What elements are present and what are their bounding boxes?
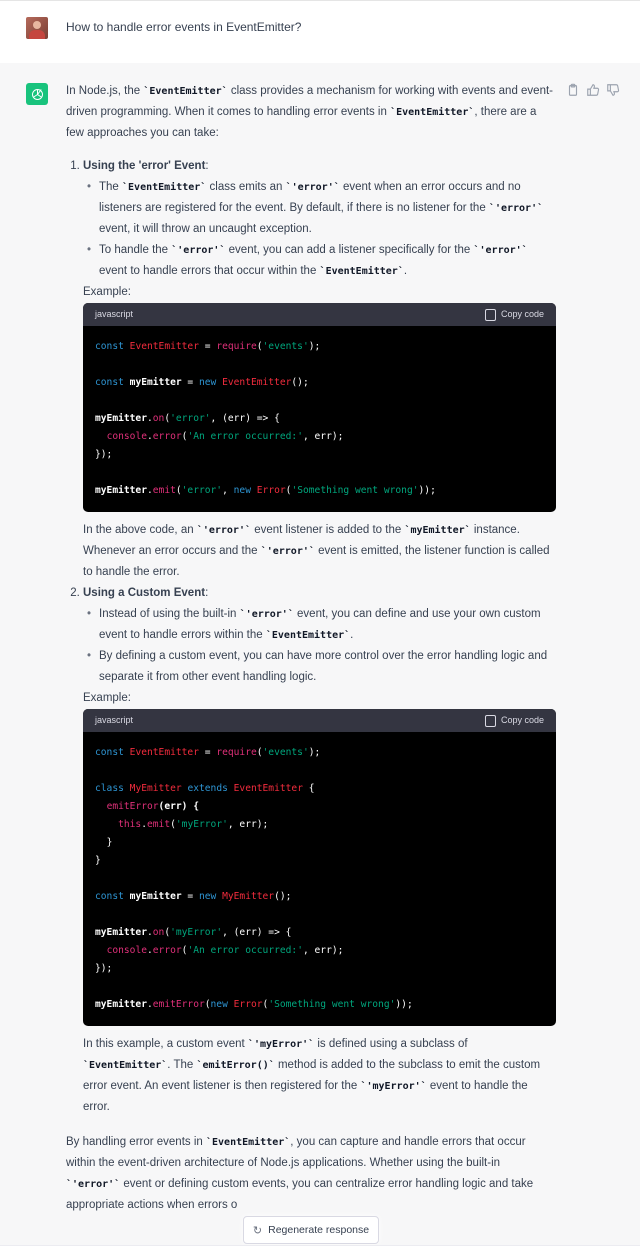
explanation-paragraph: In the above code, an `'error'` event li… — [83, 524, 550, 578]
approach-error-event: Using the 'error' Event: The `EventEmitt… — [83, 156, 556, 583]
assistant-answer: In Node.js, the `EventEmitter` class pro… — [66, 81, 556, 1216]
regenerate-response-button[interactable]: ↻ Regenerate response — [243, 1216, 379, 1244]
outro-paragraph: By handling error events in `EventEmitte… — [66, 1136, 534, 1211]
list-item: By defining a custom event, you can have… — [87, 646, 556, 688]
assistant-message-row: In Node.js, the `EventEmitter` class pro… — [0, 63, 640, 1251]
user-avatar — [26, 17, 48, 39]
message-actions — [566, 83, 620, 97]
approach-custom-event: Using a Custom Event: Instead of using t… — [83, 583, 556, 1118]
code-block-2: javascript Copy code const EventEmitter … — [83, 709, 556, 1026]
approaches-list: Using the 'error' Event: The `EventEmitt… — [66, 156, 556, 1118]
user-question: How to handle error events in EventEmitt… — [66, 20, 302, 34]
code-header: javascript Copy code — [83, 303, 556, 326]
copy-code-button[interactable]: Copy code — [484, 304, 544, 325]
refresh-icon: ↻ — [252, 1224, 263, 1237]
code-header: javascript Copy code — [83, 709, 556, 732]
user-message-row: How to handle error events in EventEmitt… — [0, 0, 640, 64]
clipboard-icon[interactable] — [566, 83, 580, 97]
list-item: The `EventEmitter` class emits an `'erro… — [87, 177, 556, 240]
code-block-1: javascript Copy code const EventEmitter … — [83, 303, 556, 512]
openai-logo-icon — [26, 83, 48, 105]
code-content: const EventEmitter = require('events'); … — [95, 341, 436, 496]
explanation-paragraph: In this example, a custom event `'myErro… — [83, 1038, 541, 1113]
list-item: To handle the `'error'` event, you can a… — [87, 240, 556, 282]
thumbs-down-icon[interactable] — [606, 83, 620, 97]
code-language: javascript — [95, 715, 134, 725]
example-label: Example: — [83, 286, 131, 298]
example-label: Example: — [83, 692, 131, 704]
list-item: Instead of using the built-in `'error'` … — [87, 604, 556, 646]
code-language: javascript — [95, 309, 134, 319]
copy-code-button[interactable]: Copy code — [484, 710, 544, 731]
intro-paragraph: In Node.js, the `EventEmitter` class pro… — [66, 85, 553, 139]
thumbs-up-icon[interactable] — [586, 83, 600, 97]
clipboard-icon — [484, 308, 496, 321]
code-content: const EventEmitter = require('events'); … — [95, 747, 413, 1010]
clipboard-icon — [484, 714, 496, 727]
